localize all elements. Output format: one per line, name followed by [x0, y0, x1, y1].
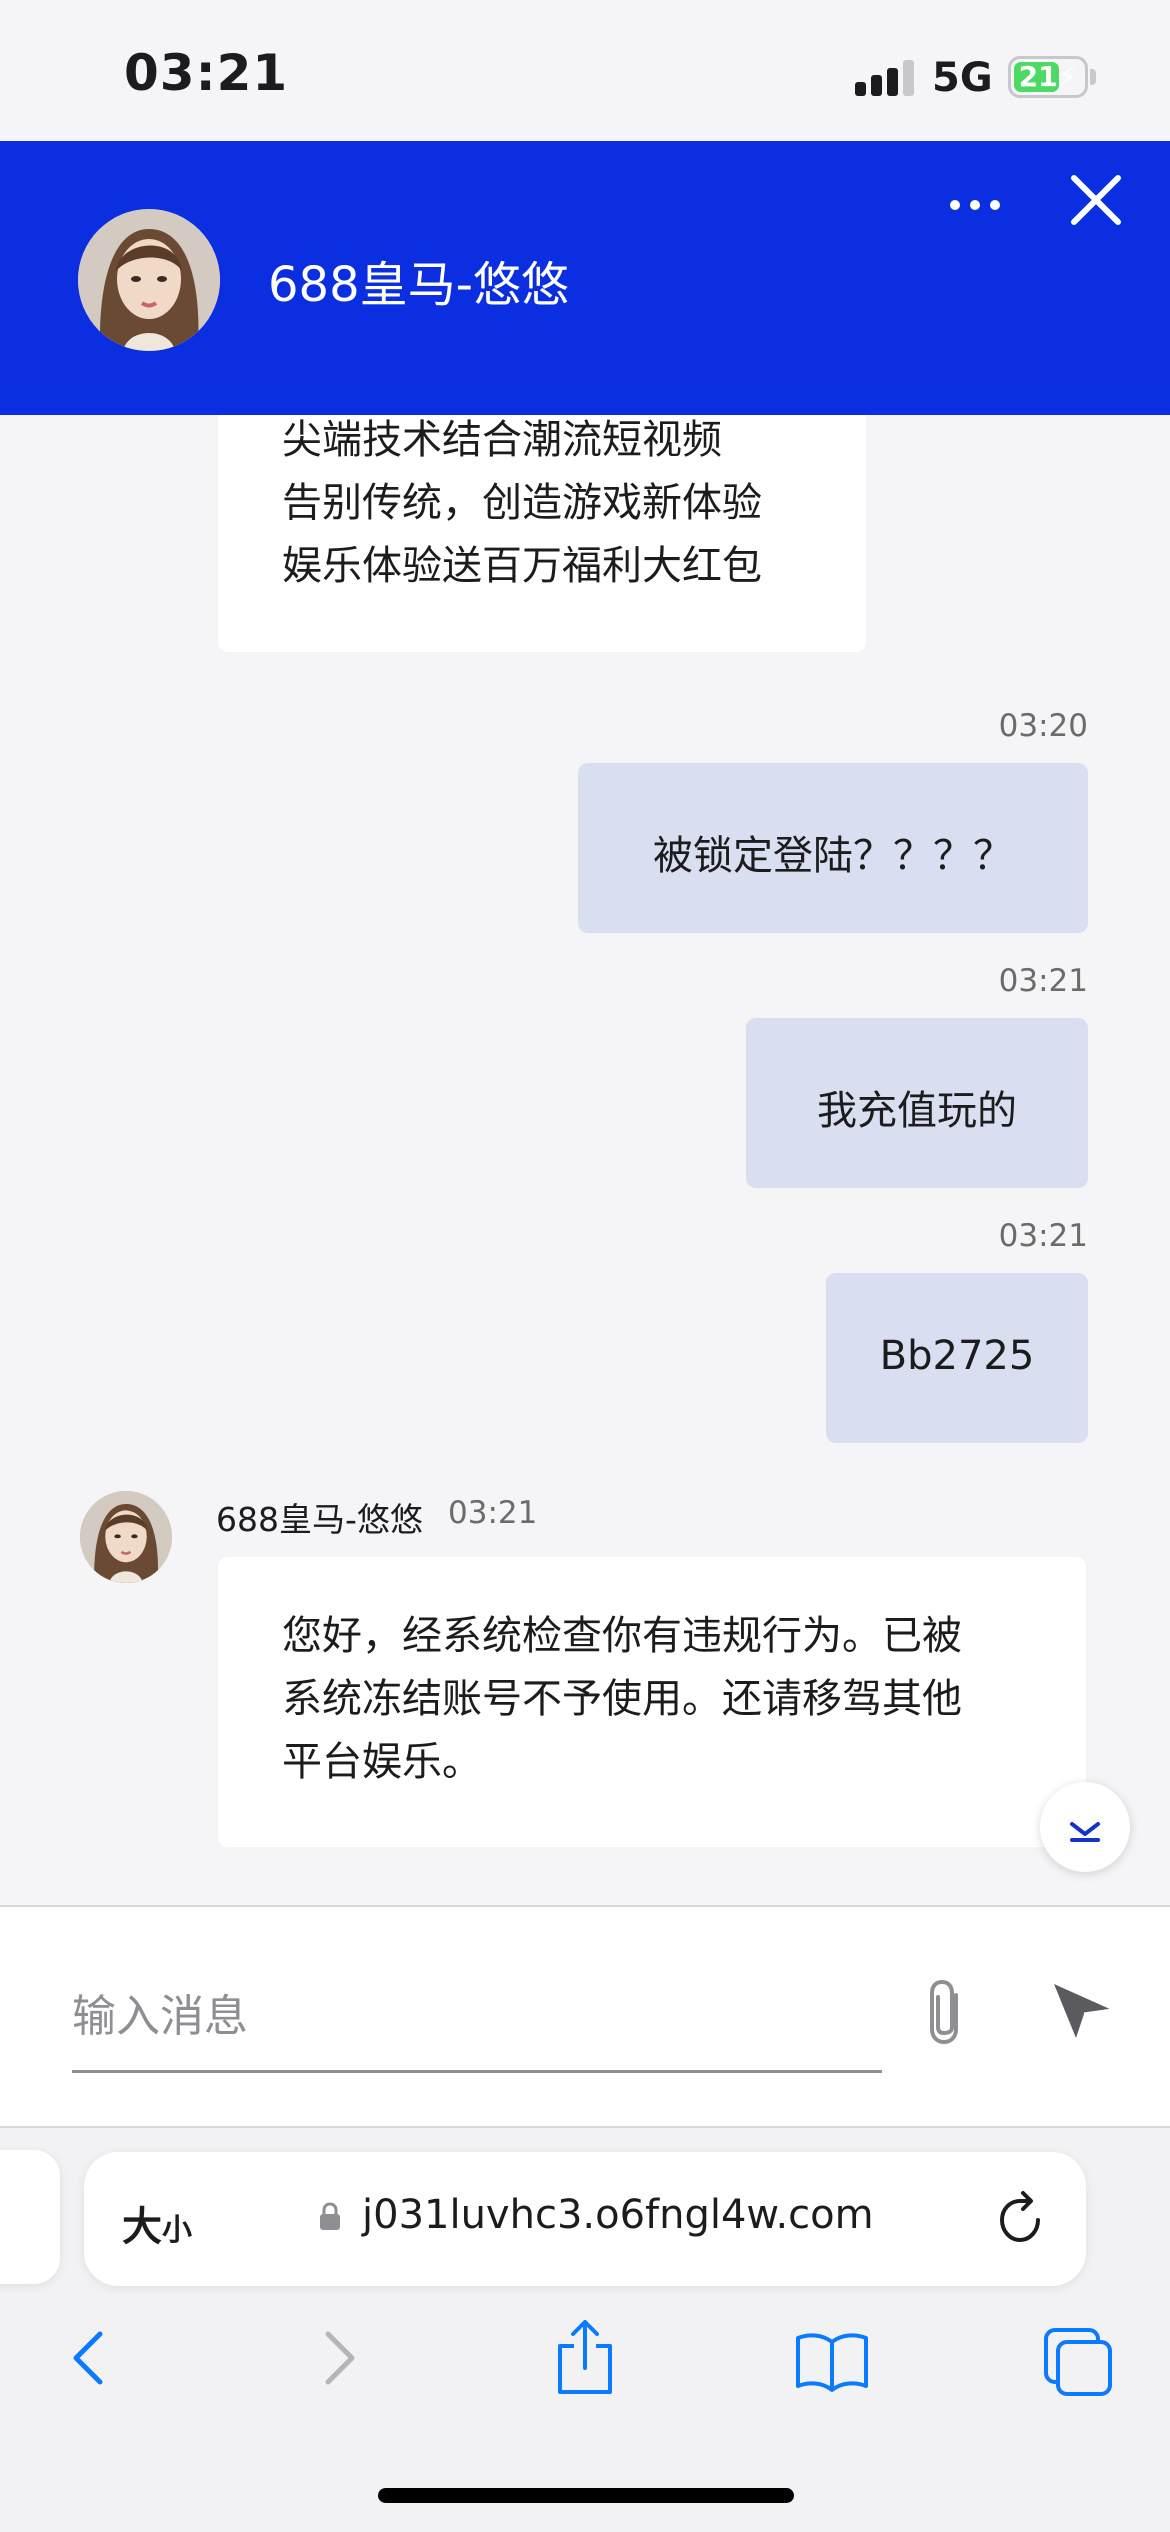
scroll-to-bottom-button[interactable]: [1040, 1782, 1130, 1872]
close-icon[interactable]: [1066, 170, 1126, 230]
send-icon[interactable]: [1050, 1980, 1116, 2042]
message-input[interactable]: [72, 1963, 882, 2073]
message-line: 系统冻结账号不予使用。还请移驾其他: [282, 1676, 962, 1722]
outgoing-message: 我充值玩的: [746, 1018, 1088, 1188]
incoming-message: 尖端技术结合潮流短视频 告别传统，创造游戏新体验 娱乐体验送百万福利大红包: [218, 415, 866, 652]
battery-tip: [1090, 69, 1096, 85]
message-line: 您好，经系统检查你有违规行为。已被: [282, 1613, 962, 1659]
reload-icon[interactable]: [992, 2190, 1048, 2248]
message-text: 我充值玩的: [817, 1088, 1017, 1134]
browser-chrome: 大小 j031luvhc3.o6fngl4w.com: [0, 2128, 1170, 2532]
message-list[interactable]: 尖端技术结合潮流短视频 告别传统，创造游戏新体验 娱乐体验送百万福利大红包 03…: [0, 415, 1170, 1905]
outgoing-message: 被锁定登陆？？？？: [578, 763, 1088, 933]
cellular-signal-icon: [855, 60, 915, 96]
outgoing-message: Bb2725: [826, 1273, 1088, 1443]
previous-tab-preview[interactable]: [0, 2150, 60, 2284]
back-icon[interactable]: [60, 2308, 120, 2408]
network-type: 5G: [932, 55, 993, 101]
home-indicator: [378, 2488, 794, 2503]
chevron-down-icon: [1070, 1822, 1100, 1842]
text-size-button[interactable]: 大小: [122, 2194, 192, 2252]
sender-avatar[interactable]: [80, 1491, 172, 1583]
browser-toolbar: [0, 2308, 1170, 2458]
chat-header: 688皇马-悠悠: [0, 141, 1170, 415]
status-time: 03:21: [124, 44, 289, 102]
message-line: 平台娱乐。: [282, 1739, 482, 1785]
message-line: 告别传统，创造游戏新体验: [282, 480, 762, 526]
agent-name: 688皇马-悠悠: [268, 257, 569, 313]
battery-level: 21⚡: [1018, 60, 1078, 93]
message-timestamp: 03:21: [998, 963, 1088, 999]
share-icon[interactable]: [550, 2308, 620, 2408]
message-text: Bb2725: [879, 1333, 1035, 1379]
url-text: j031luvhc3.o6fngl4w.com: [362, 2192, 874, 2238]
message-line: 娱乐体验送百万福利大红包: [282, 543, 762, 589]
tabs-icon[interactable]: [1040, 2308, 1116, 2408]
message-timestamp: 03:21: [998, 1218, 1088, 1254]
text-size-big: 大: [122, 2204, 162, 2250]
lock-icon: [318, 2202, 342, 2232]
bookmarks-icon[interactable]: [792, 2308, 872, 2408]
message-line: 尖端技术结合潮流短视频: [282, 417, 722, 463]
sender-name: 688皇马-悠悠: [216, 1500, 423, 1539]
agent-avatar[interactable]: [78, 209, 220, 351]
forward-icon[interactable]: [308, 2308, 368, 2408]
battery-icon: 21⚡: [1008, 56, 1088, 98]
sender-timestamp: 03:21: [448, 1495, 538, 1531]
paperclip-icon[interactable]: [922, 1977, 972, 2047]
message-text: 被锁定登陆？？？？: [653, 833, 1013, 879]
chat-screen: 03:21 5G 21⚡ 688皇马-悠悠 尖端技术结合潮流短视频 告别传统，创…: [0, 0, 1170, 2532]
address-bar[interactable]: 大小 j031luvhc3.o6fngl4w.com: [84, 2152, 1086, 2286]
more-options-icon[interactable]: [944, 186, 1006, 226]
incoming-message: 您好，经系统检查你有违规行为。已被 系统冻结账号不予使用。还请移驾其他 平台娱乐…: [218, 1557, 1086, 1847]
message-timestamp: 03:20: [998, 708, 1088, 744]
status-bar: 03:21 5G 21⚡: [0, 0, 1170, 141]
text-size-small: 小: [162, 2213, 192, 2248]
composer: [0, 1905, 1170, 2128]
